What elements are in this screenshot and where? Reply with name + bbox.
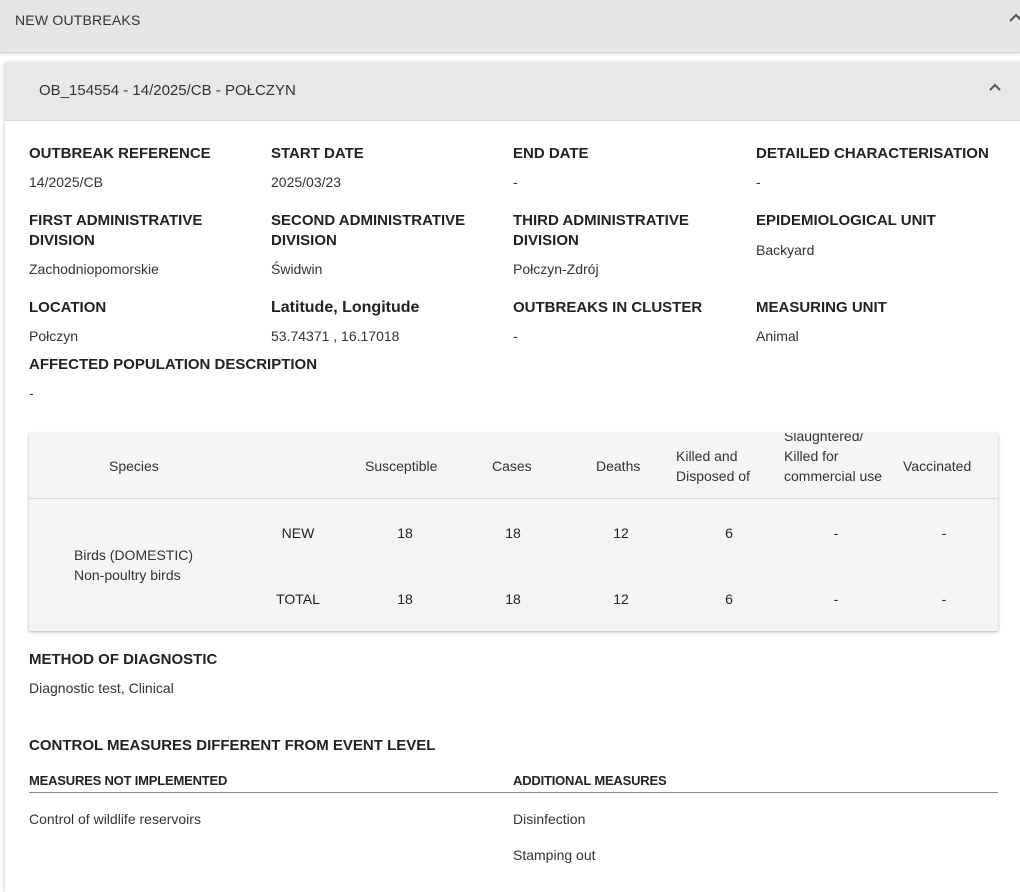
col-header-vaccinated: Vaccinated [903, 458, 972, 474]
location-value: Połczyn [29, 328, 79, 344]
chevron-up-icon[interactable] [1006, 8, 1020, 28]
third-admin-division-value: Połczyn-Zdrój [513, 261, 599, 277]
cell-total-killed-disposed: 6 [725, 591, 733, 607]
diagnostic-label: METHOD OF DIAGNOSTIC [29, 651, 218, 668]
second-admin-division-value: Świdwin [271, 261, 323, 277]
cell-total-deaths: 12 [613, 591, 629, 607]
species-table: Species Susceptible Cases Deaths Killed … [29, 433, 998, 631]
additional-measure-item: Stamping out [513, 847, 596, 863]
outbreak-title: OB_154554 - 14/2025/CB - POŁCZYN [39, 82, 296, 99]
cell-new-slaughtered: - [833, 525, 839, 541]
diagnostic-value: Diagnostic test, Clinical [29, 680, 174, 696]
col-header-killed-disposed: Killed and Disposed of [676, 448, 750, 484]
row-label-total: TOTAL [276, 591, 320, 607]
not-implemented-item: Control of wildlife reservoirs [29, 811, 201, 827]
first-admin-division-label: FIRST ADMINISTRATIVE DIVISION [29, 212, 203, 249]
start-date-value: 2025/03/23 [271, 174, 342, 190]
cell-new-vaccinated: - [941, 525, 947, 541]
col-header-cases: Cases [492, 458, 532, 474]
cell-total-cases: 18 [505, 591, 521, 607]
detailed-characterisation-label: DETAILED CHARACTERISATION [756, 145, 989, 162]
cell-total-slaughtered: - [833, 591, 839, 607]
end-date-value: - [513, 174, 518, 190]
first-admin-division-value: Zachodniopomorskie [29, 261, 159, 277]
start-date-label: START DATE [271, 145, 364, 162]
cell-new-cases: 18 [505, 525, 521, 541]
outbreak-panel-header[interactable]: OB_154554 - 14/2025/CB - POŁCZYN [5, 62, 1020, 121]
lat-long-label: Latitude, Longitude [271, 299, 420, 316]
outbreak-reference-label: OUTBREAK REFERENCE [29, 145, 211, 162]
col-header-species: Species [109, 458, 159, 474]
end-date-label: END DATE [513, 145, 589, 162]
outbreak-reference-value: 14/2025/CB [29, 174, 103, 190]
col-header-deaths: Deaths [596, 458, 641, 474]
header-divider [29, 498, 998, 499]
measuring-unit-value: Animal [756, 328, 799, 344]
outbreaks-in-cluster-value: - [513, 328, 518, 344]
cell-new-killed-disposed: 6 [725, 525, 733, 541]
species-name: Birds (DOMESTIC) Non-poultry birds [74, 547, 193, 583]
epidemiological-unit-value: Backyard [756, 242, 815, 258]
chevron-up-icon[interactable] [985, 78, 1005, 98]
col-header-susceptible: Susceptible [365, 458, 438, 474]
additional-measures-label: ADDITIONAL MEASURES [513, 773, 667, 788]
epidemiological-unit-label: EPIDEMIOLOGICAL UNIT [756, 212, 936, 229]
detailed-characterisation-value: - [756, 174, 761, 190]
section-title: NEW OUTBREAKS [15, 12, 141, 28]
lat-long-value: 53.74371 , 16.17018 [271, 328, 400, 344]
measures-not-implemented-label: MEASURES NOT IMPLEMENTED [29, 773, 228, 788]
row-label-new: NEW [281, 525, 315, 541]
additional-measure-item: Disinfection [513, 811, 586, 827]
measuring-unit-label: MEASURING UNIT [756, 299, 887, 316]
location-label: LOCATION [29, 299, 107, 316]
second-admin-division-label: SECOND ADMINISTRATIVE DIVISION [271, 212, 466, 249]
col-header-slaughtered: Slaughtered/ Killed for commercial use [784, 433, 883, 484]
cell-new-deaths: 12 [613, 525, 629, 541]
cell-total-susceptible: 18 [397, 591, 413, 607]
cell-total-vaccinated: - [941, 591, 947, 607]
affected-population-label: AFFECTED POPULATION DESCRIPTION [29, 356, 318, 373]
third-admin-division-label: THIRD ADMINISTRATIVE DIVISION [513, 212, 689, 249]
new-outbreaks-section-header[interactable]: NEW OUTBREAKS [0, 0, 1020, 53]
control-measures-title: CONTROL MEASURES DIFFERENT FROM EVENT LE… [29, 737, 436, 754]
cell-new-susceptible: 18 [397, 525, 413, 541]
affected-population-value: - [29, 385, 34, 401]
outbreaks-in-cluster-label: OUTBREAKS IN CLUSTER [513, 299, 703, 316]
measures-divider [29, 792, 998, 793]
